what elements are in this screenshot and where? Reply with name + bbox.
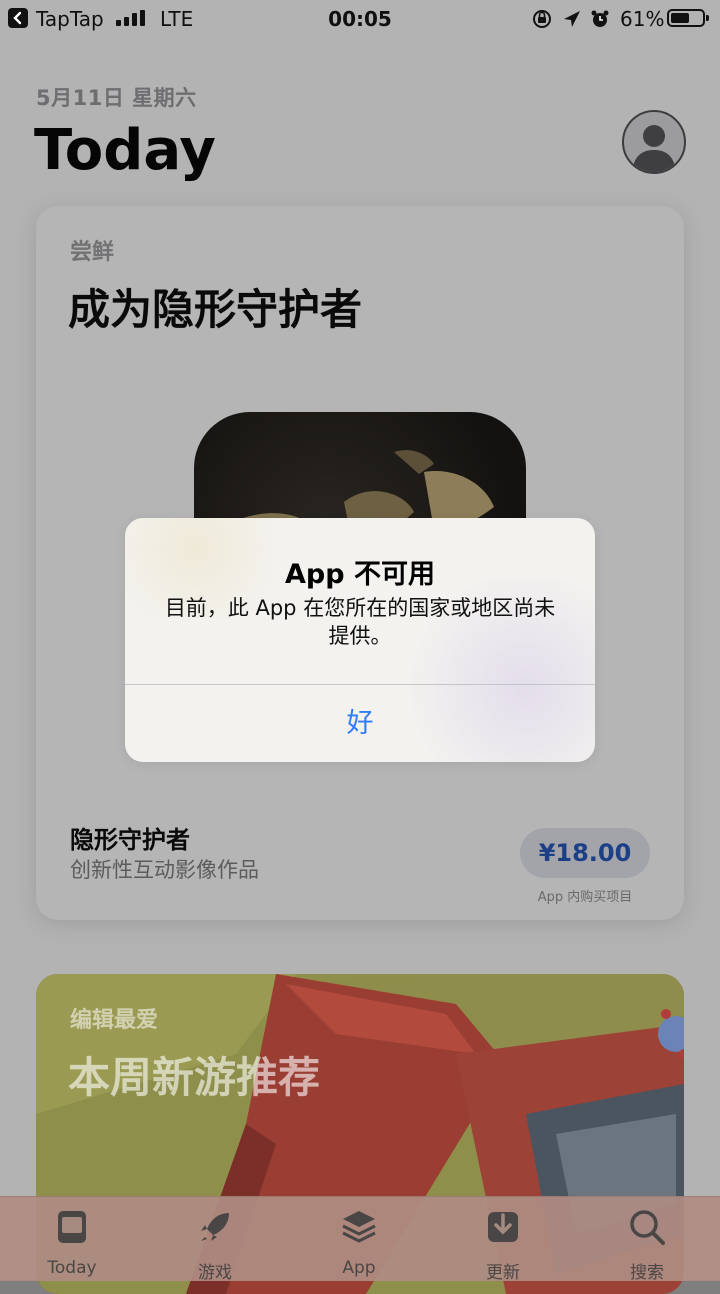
alert-title: App 不可用 [285,559,435,590]
app-unavailable-alert: App 不可用 目前，此 App 在您所在的国家或地区尚未提供。 好 [125,518,595,762]
alert-ok-button[interactable]: 好 [125,685,595,762]
app-store-screen: TapTap LTE 00:05 61% 5月11日 星期六 Today 尝鲜 … [0,0,720,1294]
alert-message: 目前，此 App 在您所在的国家或地区尚未提供。 [164,596,556,648]
